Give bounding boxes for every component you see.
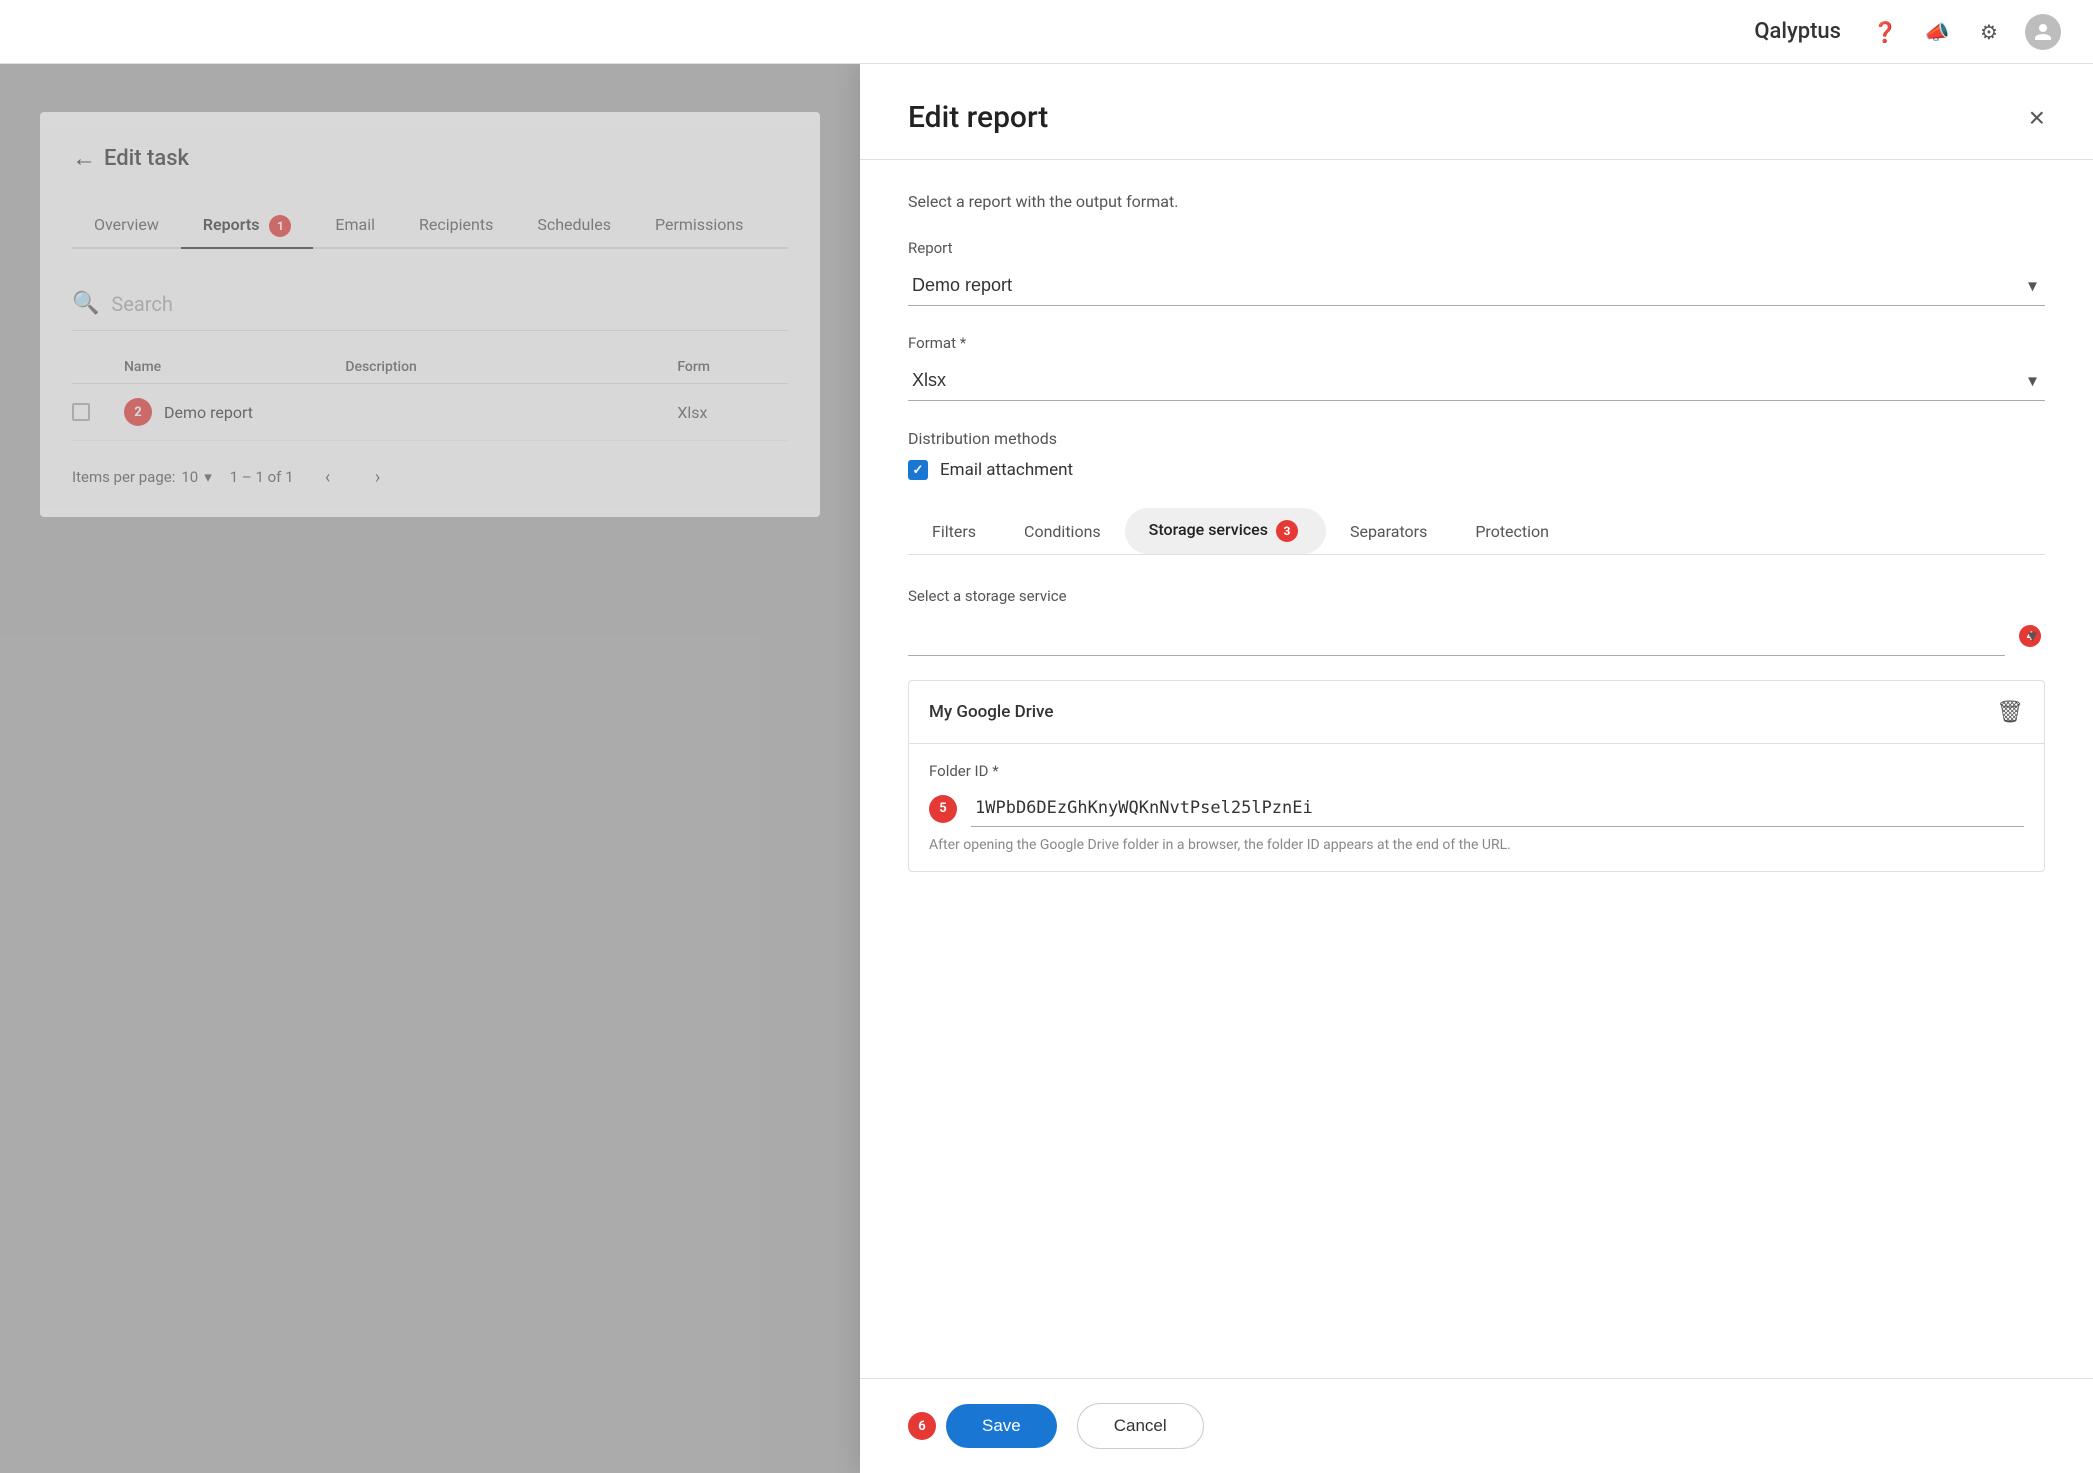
modal-subtitle: Select a report with the output format. <box>908 192 2045 211</box>
row-checkbox[interactable] <box>72 403 124 421</box>
storage-service-label: Select a storage service <box>908 587 2045 605</box>
format-select[interactable]: Xlsx <box>908 360 2045 401</box>
format-label: Format * <box>908 334 2045 352</box>
tab-reports[interactable]: Reports 1 <box>181 205 314 247</box>
storage-service-section: Select a storage service 4 <box>908 587 2045 656</box>
back-arrow-icon: ← <box>72 144 96 173</box>
save-badge: 6 <box>908 1412 936 1440</box>
tab-email[interactable]: Email <box>313 205 397 247</box>
table-header: Name Description Form <box>72 351 788 384</box>
google-drive-item: My Google Drive 🗑 Folder ID * 5 After op… <box>908 680 2045 872</box>
modal-header: Edit report × <box>860 64 2093 160</box>
left-panel-overlay: ← Edit task Overview Reports 1 Email Rec… <box>0 64 860 1473</box>
pagination: Items per page: 10 ▾ 1 – 1 of 1 ‹ › <box>72 461 788 493</box>
edit-report-panel: Edit report × Select a report with the o… <box>860 64 2093 1473</box>
storage-item-title: My Google Drive <box>929 702 1053 722</box>
tab-storage-services[interactable]: Storage services 3 <box>1125 508 1326 554</box>
folder-id-badge: 5 <box>929 795 957 823</box>
save-button-group: 6 Save <box>908 1404 1057 1448</box>
search-icon: 🔍 <box>72 291 99 316</box>
folder-id-row: 5 <box>929 790 2024 827</box>
prev-page-button[interactable]: ‹ <box>312 461 344 493</box>
desc-column: Description <box>345 359 677 375</box>
tab-overview[interactable]: Overview <box>72 205 181 247</box>
name-column: Name <box>124 359 345 375</box>
form-column: Form <box>677 359 788 375</box>
storage-item-header: My Google Drive 🗑 <box>909 681 2044 744</box>
left-panel-content: ← Edit task Overview Reports 1 Email Rec… <box>40 112 820 517</box>
table-row[interactable]: 2 Demo report Xlsx <box>72 384 788 441</box>
page-range: 1 – 1 of 1 <box>230 468 294 486</box>
tab-conditions[interactable]: Conditions <box>1000 510 1125 553</box>
next-page-button[interactable]: › <box>362 461 394 493</box>
close-button[interactable]: × <box>2029 102 2045 134</box>
storage-service-dropdown-badge: 4 <box>2019 625 2041 647</box>
distribution-label: Distribution methods <box>908 429 2045 448</box>
report-select-wrapper[interactable]: Demo report <box>908 265 2045 306</box>
modal-title: Edit report <box>908 100 1048 135</box>
search-input[interactable]: Search <box>111 292 172 316</box>
folder-id-input[interactable] <box>971 790 2024 827</box>
tab-filters[interactable]: Filters <box>908 510 1000 553</box>
brand-name: Qalyptus <box>1754 19 1841 44</box>
tab-separators[interactable]: Separators <box>1326 510 1451 553</box>
main-tabs: Overview Reports 1 Email Recipients Sche… <box>72 205 788 249</box>
row-number-badge: 2 <box>124 398 152 426</box>
settings-icon[interactable]: ⚙ <box>1973 16 2005 48</box>
folder-id-section: Folder ID * 5 After opening the Google D… <box>909 744 2044 871</box>
report-select[interactable]: Demo report <box>908 265 2045 306</box>
modal-sub-tabs: Filters Conditions Storage services 3 Se… <box>908 508 2045 555</box>
back-link[interactable]: ← Edit task <box>72 144 788 173</box>
email-attachment-row[interactable]: Email attachment <box>908 460 2045 480</box>
email-attachment-label: Email attachment <box>940 460 1073 480</box>
tab-protection[interactable]: Protection <box>1451 510 1573 553</box>
row-format: Xlsx <box>677 403 788 422</box>
reports-badge: 1 <box>269 215 291 237</box>
search-bar[interactable]: 🔍 Search <box>72 277 788 331</box>
avatar[interactable] <box>2025 14 2061 50</box>
folder-id-label: Folder ID * <box>929 762 2024 780</box>
items-per-page[interactable]: Items per page: 10 ▾ <box>72 468 212 486</box>
items-per-page-value: 10 <box>181 468 198 486</box>
check-column <box>72 359 124 375</box>
notification-icon[interactable]: 📣 <box>1921 16 1953 48</box>
storage-services-badge: 3 <box>1276 520 1298 542</box>
checkbox-input[interactable] <box>72 403 90 421</box>
items-per-page-dropdown-icon[interactable]: ▾ <box>204 468 212 486</box>
report-field: Report Demo report <box>908 239 2045 306</box>
format-field: Format * Xlsx <box>908 334 2045 401</box>
cancel-button[interactable]: Cancel <box>1077 1403 1204 1449</box>
save-button[interactable]: Save <box>946 1404 1057 1448</box>
modal-footer: 6 Save Cancel <box>860 1378 2093 1473</box>
help-icon[interactable]: ❓ <box>1869 16 1901 48</box>
tab-permissions[interactable]: Permissions <box>633 205 765 247</box>
email-attachment-checkbox[interactable] <box>908 460 928 480</box>
modal-body: Select a report with the output format. … <box>860 160 2093 1378</box>
tab-schedules[interactable]: Schedules <box>515 205 633 247</box>
folder-id-hint: After opening the Google Drive folder in… <box>929 837 2024 853</box>
distribution-methods: Distribution methods Email attachment <box>908 429 2045 480</box>
page-title: Edit task <box>104 146 189 171</box>
storage-service-select[interactable] <box>908 615 2005 656</box>
delete-storage-item-button[interactable]: 🗑 <box>1996 699 2024 725</box>
items-per-page-label: Items per page: <box>72 468 175 486</box>
navbar: Qalyptus ❓ 📣 ⚙ <box>0 0 2093 64</box>
storage-service-select-wrapper[interactable]: 4 <box>908 615 2045 656</box>
tab-recipients[interactable]: Recipients <box>397 205 515 247</box>
format-select-wrapper[interactable]: Xlsx <box>908 360 2045 401</box>
row-name: 2 Demo report <box>124 398 345 426</box>
report-label: Report <box>908 239 2045 257</box>
